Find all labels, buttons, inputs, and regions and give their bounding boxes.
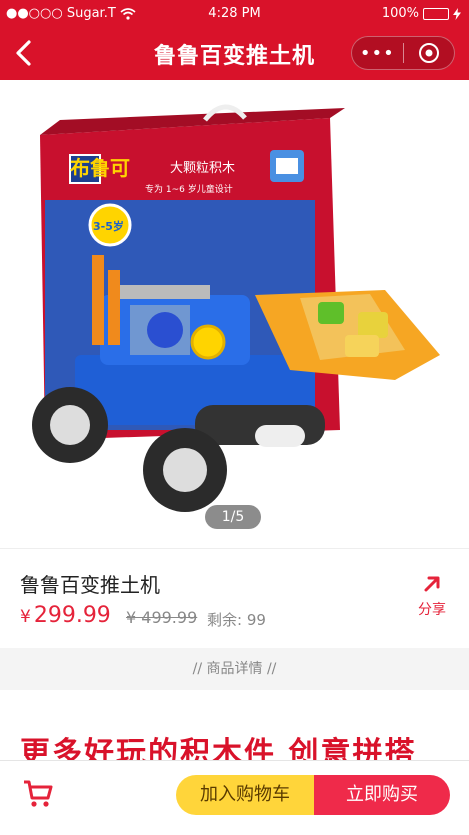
- stock-remaining: 剩余: 99: [207, 611, 266, 629]
- battery-status: 100%: [382, 6, 461, 21]
- product-gallery[interactable]: 布鲁可 大颗粒积木 专为 1~6 岁儿童设计 3-5岁 1/5: [0, 80, 469, 545]
- close-circle-icon: [418, 43, 439, 63]
- image-pager: 1/5: [205, 505, 261, 529]
- share-button[interactable]: 分享: [414, 575, 450, 619]
- product-name: 鲁鲁百变推土机: [20, 573, 160, 597]
- box-subline: 专为 1~6 岁儿童设计: [145, 183, 233, 195]
- cart-icon[interactable]: [22, 779, 54, 809]
- charging-icon: [453, 7, 461, 20]
- box-tagline: 大颗粒积木: [170, 161, 235, 176]
- purchase-buttons: 加入购物车 立即购买: [176, 775, 450, 815]
- promo-text: 更多好玩的积木件 创意拼搭: [20, 736, 417, 760]
- detail-promo-banner: 更多好玩的积木件 创意拼搭: [0, 690, 469, 760]
- detail-section-divider: // 商品详情 //: [0, 648, 469, 690]
- product-photo: 布鲁可 大颗粒积木 专为 1~6 岁儿童设计 3-5岁: [32, 104, 440, 512]
- battery-icon: [423, 7, 449, 20]
- currency-symbol: ¥: [20, 607, 31, 627]
- add-to-cart-button[interactable]: 加入购物车: [176, 775, 314, 815]
- share-arrow-icon: [424, 576, 440, 592]
- nav-bar: 鲁鲁百变推土机 •••: [0, 28, 469, 78]
- age-badge: 3-5岁: [93, 219, 124, 233]
- box-brand: 布鲁可: [70, 156, 130, 180]
- original-price: ¥ 499.99: [126, 608, 198, 627]
- product-info: 鲁鲁百变推土机 ¥299.99 ¥ 499.99 剩余: 99 分享: [0, 548, 469, 648]
- price-value: 299.99: [33, 603, 111, 628]
- share-label: 分享: [418, 602, 446, 618]
- status-bar: ●●○○○ Sugar.T 4:28 PM 100%: [0, 0, 469, 26]
- bottom-action-bar: 加入购物车 立即购买: [0, 760, 469, 835]
- mini-program-capsule: •••: [351, 36, 455, 70]
- more-menu-button[interactable]: •••: [352, 43, 403, 64]
- buy-now-button[interactable]: 立即购买: [314, 775, 450, 815]
- product-price: ¥299.99: [20, 603, 111, 628]
- battery-label: 100%: [381, 6, 419, 21]
- app-header: ●●○○○ Sugar.T 4:28 PM 100% 鲁鲁百变推土机 •••: [0, 0, 469, 80]
- close-button[interactable]: [403, 42, 454, 64]
